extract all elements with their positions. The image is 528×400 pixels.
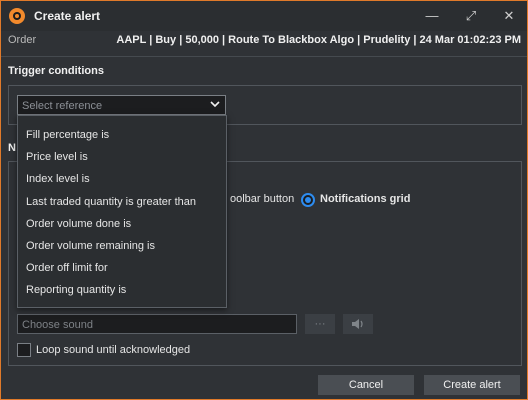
notifications-grid-radio[interactable] — [301, 193, 315, 207]
reference-select-placeholder: Select reference — [22, 100, 103, 112]
choose-sound-placeholder: Choose sound — [22, 319, 93, 331]
reference-dropdown-list: Fill percentage is Price level is Index … — [17, 115, 227, 308]
choose-sound-input[interactable]: Choose sound — [17, 314, 297, 334]
chevron-down-icon — [209, 98, 221, 113]
dropdown-option[interactable]: Fill percentage is — [18, 124, 226, 146]
order-summary-row: Order AAPL | Buy | 50,000 | Route To Bla… — [1, 32, 527, 52]
app-logo-icon — [9, 8, 25, 24]
order-label: Order — [8, 34, 37, 46]
dropdown-option[interactable]: Order volume remaining is — [18, 235, 226, 257]
notification-section-title: N — [8, 142, 16, 154]
divider — [1, 56, 527, 57]
title-bar: Create alert — ⤢ ✕ — [1, 1, 527, 31]
reference-select[interactable]: Select reference — [17, 95, 226, 115]
dropdown-option[interactable]: Price level is — [18, 146, 226, 168]
maximize-button[interactable]: ⤢ — [460, 6, 482, 26]
order-value: AAPL | Buy | 50,000 | Route To Blackbox … — [116, 34, 521, 46]
notifications-grid-label: Notifications grid — [320, 193, 411, 205]
browse-sound-button[interactable]: ··· — [305, 314, 335, 334]
create-alert-button[interactable]: Create alert — [424, 375, 520, 395]
close-button[interactable]: ✕ — [498, 6, 520, 26]
dropdown-option[interactable]: Order off limit for — [18, 257, 226, 279]
trigger-conditions-title: Trigger conditions — [8, 65, 104, 77]
create-alert-window: Create alert — ⤢ ✕ Order AAPL | Buy | 50… — [0, 0, 528, 400]
cancel-button[interactable]: Cancel — [318, 375, 414, 395]
speaker-icon — [351, 318, 365, 330]
minimize-button[interactable]: — — [421, 6, 443, 26]
dropdown-option[interactable]: Reporting quantity is — [18, 279, 226, 301]
window-title: Create alert — [34, 9, 101, 23]
toolbar-button-option-label: oolbar button — [230, 193, 295, 205]
play-sound-button[interactable] — [343, 314, 373, 334]
loop-sound-label: Loop sound until acknowledged — [36, 344, 191, 356]
dropdown-option[interactable]: Last traded quantity is greater than — [18, 191, 226, 213]
loop-sound-checkbox[interactable] — [17, 343, 31, 357]
dropdown-option[interactable]: Index level is — [18, 168, 226, 190]
dropdown-option[interactable]: Order volume done is — [18, 213, 226, 235]
